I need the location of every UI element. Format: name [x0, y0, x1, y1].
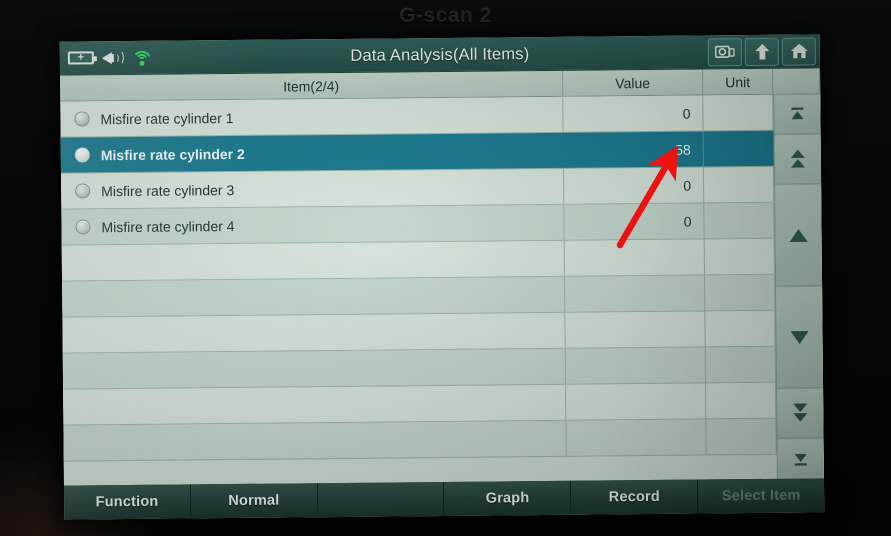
cell-value: 0	[563, 167, 705, 204]
cell-unit	[703, 166, 775, 203]
cell-value	[566, 419, 707, 456]
cell-item	[63, 420, 567, 461]
scroll-down-button[interactable]	[776, 286, 824, 389]
cell-item	[62, 276, 566, 317]
data-table: Misfire rate cylinder 1 0 Misfire rate cyl…	[60, 94, 777, 486]
battery-icon: +	[67, 51, 94, 65]
cell-value	[565, 347, 707, 384]
title-bar-actions	[707, 36, 816, 66]
bullet-icon	[75, 219, 91, 235]
cell-item: Misfire rate cylinder 3	[60, 168, 565, 209]
battery-charging-plus: +	[77, 51, 85, 64]
scroll-top-button[interactable]	[774, 94, 821, 135]
wifi-icon	[131, 49, 152, 66]
column-header-unit[interactable]: Unit	[703, 68, 774, 95]
title-bar: + Data Analysis(All Items)	[59, 34, 821, 76]
cell-item	[62, 312, 566, 353]
softkey-empty	[317, 481, 445, 518]
bullet-icon	[74, 111, 90, 127]
arrow-up-icon	[754, 43, 769, 60]
home-icon	[790, 43, 808, 59]
cell-unit	[706, 418, 777, 455]
device-screen: + Data Analysis(All Items) Item(2/4) Val…	[59, 34, 825, 520]
scroll-bottom-button[interactable]	[777, 438, 824, 479]
scroll-rail	[773, 94, 824, 479]
camera-icon	[714, 45, 735, 58]
speaker-icon	[101, 49, 124, 66]
cell-item: Misfire rate cylinder 1	[60, 96, 564, 137]
double-chevron-up-icon	[790, 149, 805, 168]
item-label: Misfire rate cylinder 3	[101, 181, 235, 199]
cell-unit	[704, 202, 775, 239]
cell-item	[61, 240, 565, 281]
scroll-page-down-button[interactable]	[777, 388, 824, 439]
softkey-select-item: Select Item	[698, 478, 825, 514]
home-button[interactable]	[781, 36, 816, 66]
scroll-up-button[interactable]	[775, 184, 823, 287]
cell-value	[565, 275, 706, 312]
table-row[interactable]	[63, 418, 777, 462]
cell-item: Misfire rate cylinder 4	[61, 204, 565, 245]
bar-down-icon	[794, 453, 807, 466]
item-label: Misfire rate cylinder 4	[101, 217, 235, 235]
cell-unit	[704, 238, 775, 275]
item-label: Misfire rate cylinder 2	[100, 145, 245, 163]
cell-value	[566, 383, 707, 420]
cell-unit	[703, 130, 774, 167]
device-brand-logo: G-scan 2	[399, 4, 492, 27]
cell-value	[564, 239, 705, 276]
table-body-area: Misfire rate cylinder 1 0 Misfire rate cyl…	[60, 94, 824, 486]
cell-unit	[706, 382, 777, 419]
item-label: Misfire rate cylinder 1	[100, 109, 234, 127]
cell-item	[63, 384, 567, 425]
device-photo: G-scan 2 + Data Analysis(All Items) Item…	[0, 0, 891, 536]
triangle-up-icon	[789, 228, 808, 242]
soft-key-bar: Function Normal Graph Record Select Item	[63, 478, 825, 520]
cell-unit	[705, 310, 776, 347]
cell-unit	[705, 346, 777, 383]
cell-item: Misfire rate cylinder 2	[60, 132, 564, 173]
triangle-down-icon	[790, 330, 809, 344]
scroll-page-up-button[interactable]	[774, 134, 822, 185]
cell-value: 0	[563, 95, 704, 132]
cell-unit	[703, 94, 774, 131]
column-header-item[interactable]: Item(2/4)	[60, 70, 564, 101]
softkey-normal[interactable]: Normal	[190, 483, 318, 519]
bullet-icon	[74, 147, 90, 163]
status-icons: +	[67, 49, 152, 67]
column-header-spacer	[773, 68, 821, 94]
cell-item	[62, 348, 567, 389]
softkey-record[interactable]: Record	[571, 479, 699, 515]
softkey-function[interactable]: Function	[63, 484, 192, 520]
column-header-value[interactable]: Value	[563, 69, 704, 96]
cell-unit	[704, 274, 776, 311]
cell-value: 0	[564, 203, 705, 240]
cell-value: 58	[563, 131, 704, 168]
softkey-graph[interactable]: Graph	[444, 480, 572, 516]
page-title: Data Analysis(All Items)	[350, 45, 530, 65]
bullet-icon	[75, 183, 91, 199]
screenshot-button[interactable]	[707, 37, 742, 66]
double-chevron-down-icon	[793, 402, 808, 422]
back-button[interactable]	[744, 37, 779, 66]
cell-value	[565, 311, 706, 348]
bar-up-icon	[791, 107, 804, 119]
